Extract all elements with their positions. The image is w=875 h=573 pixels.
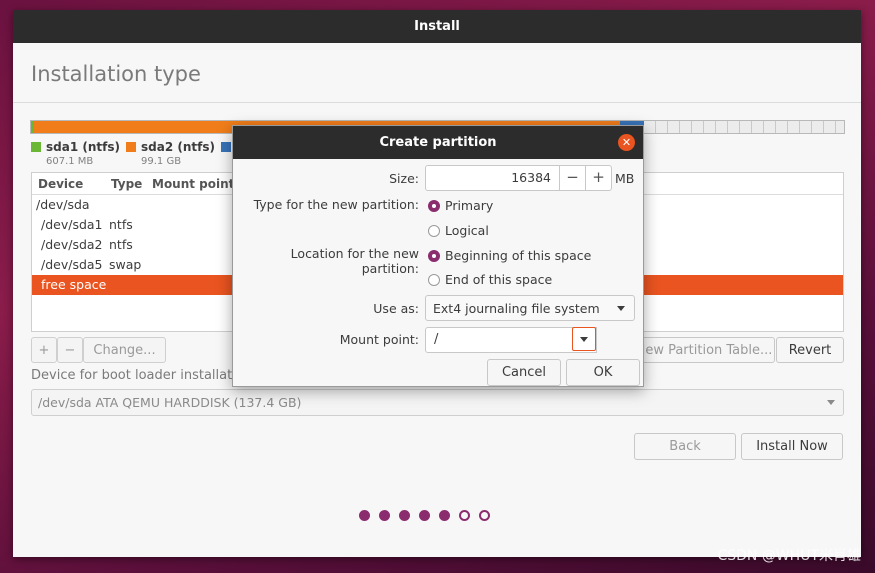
- change-partition-button[interactable]: Change...: [83, 337, 166, 363]
- row-type: swap: [109, 257, 142, 272]
- legend-label: sda1 (ntfs): [46, 140, 120, 154]
- type-label: Type for the new partition:: [253, 197, 419, 212]
- mount-point-label: Mount point:: [339, 332, 419, 347]
- radio-label: End of this space: [445, 272, 553, 287]
- row-device: free space: [41, 277, 107, 292]
- type-primary-radio[interactable]: Primary: [428, 198, 493, 213]
- boot-loader-select[interactable]: /dev/sda ATA QEMU HARDDISK (137.4 GB): [31, 389, 844, 416]
- use-as-select[interactable]: Ext4 journaling file system: [425, 295, 635, 321]
- title-divider: [13, 102, 861, 103]
- mount-point-dropdown-button[interactable]: [572, 327, 596, 351]
- progress-dots: [359, 510, 490, 521]
- location-beginning-radio[interactable]: Beginning of this space: [428, 248, 591, 263]
- type-logical-radio[interactable]: Logical: [428, 223, 489, 238]
- legend-size: 607.1 MB: [46, 156, 94, 167]
- boot-loader-value: /dev/sda ATA QEMU HARDDISK (137.4 GB): [38, 395, 302, 410]
- progress-dot-done: [419, 510, 430, 521]
- back-button[interactable]: Back: [634, 433, 736, 460]
- row-type: ntfs: [109, 217, 133, 232]
- remove-partition-button[interactable]: −: [57, 337, 83, 363]
- create-partition-dialog: Create partition ✕ Size: 16384 − + MB Ty…: [232, 125, 644, 387]
- legend-size: 99.1 GB: [141, 156, 182, 167]
- radio-selected-icon: [428, 199, 440, 212]
- progress-dot-done: [439, 510, 450, 521]
- legend-item-sda1: sda1 (ntfs) 607.1 MB: [31, 140, 120, 167]
- size-label: Size:: [389, 171, 419, 186]
- dialog-titlebar: Create partition ✕: [233, 126, 643, 159]
- use-as-value: Ext4 journaling file system: [433, 301, 600, 316]
- page-title: Installation type: [31, 62, 201, 86]
- install-now-button[interactable]: Install Now: [741, 433, 843, 460]
- progress-dot-done: [359, 510, 370, 521]
- new-partition-table-button[interactable]: New Partition Table...: [633, 337, 775, 363]
- legend-label: sda2 (ntfs): [141, 140, 215, 154]
- boot-loader-label: Device for boot loader installation:: [31, 368, 257, 383]
- radio-label: Beginning of this space: [445, 248, 592, 263]
- use-as-label: Use as:: [373, 301, 419, 316]
- row-device: /dev/sda5: [41, 257, 103, 272]
- window-title: Install: [414, 19, 460, 34]
- radio-label: Primary: [445, 198, 494, 213]
- radio-unselected-icon: [428, 273, 440, 286]
- column-header-mount-point[interactable]: Mount point: [152, 177, 234, 191]
- add-partition-button[interactable]: +: [31, 337, 57, 363]
- legend-swatch-sda1: [31, 142, 41, 152]
- radio-label: Logical: [445, 223, 489, 238]
- column-header-device[interactable]: Device: [38, 177, 83, 191]
- revert-button[interactable]: Revert: [776, 337, 844, 363]
- row-type: ntfs: [109, 237, 133, 252]
- row-device: /dev/sda1: [41, 217, 103, 232]
- chevron-down-icon: [617, 306, 625, 311]
- size-spinbox: 16384 − +: [425, 165, 612, 191]
- radio-unselected-icon: [428, 224, 440, 237]
- watermark-text: CSDN @WHUT米肖雄: [717, 548, 861, 564]
- partition-bar-free-space: [643, 121, 844, 133]
- progress-dot-done: [399, 510, 410, 521]
- size-decrement-button[interactable]: −: [559, 166, 585, 190]
- radio-selected-icon: [428, 249, 440, 262]
- progress-dot-pending: [459, 510, 470, 521]
- location-end-radio[interactable]: End of this space: [428, 272, 552, 287]
- column-header-type[interactable]: Type: [111, 177, 142, 191]
- location-label: Location for the new partition:: [290, 246, 419, 276]
- window-titlebar: Install: [13, 10, 861, 43]
- row-device: /dev/sda2: [41, 237, 103, 252]
- legend-swatch-sda5: [221, 142, 231, 152]
- size-unit: MB: [615, 171, 635, 186]
- progress-dot-done: [379, 510, 390, 521]
- legend-item-sda2: sda2 (ntfs) 99.1 GB: [126, 140, 215, 167]
- chevron-down-icon: [827, 400, 835, 405]
- mount-point-value: /: [434, 332, 439, 347]
- cancel-button[interactable]: Cancel: [487, 359, 561, 386]
- ok-button[interactable]: OK: [566, 359, 640, 386]
- row-device: /dev/sda: [36, 197, 90, 212]
- progress-dot-pending: [479, 510, 490, 521]
- close-icon[interactable]: ✕: [618, 134, 635, 151]
- legend-swatch-sda2: [126, 142, 136, 152]
- chevron-down-icon: [580, 337, 588, 342]
- dialog-title: Create partition: [379, 135, 497, 150]
- size-input[interactable]: 16384: [426, 166, 559, 190]
- size-increment-button[interactable]: +: [585, 166, 611, 190]
